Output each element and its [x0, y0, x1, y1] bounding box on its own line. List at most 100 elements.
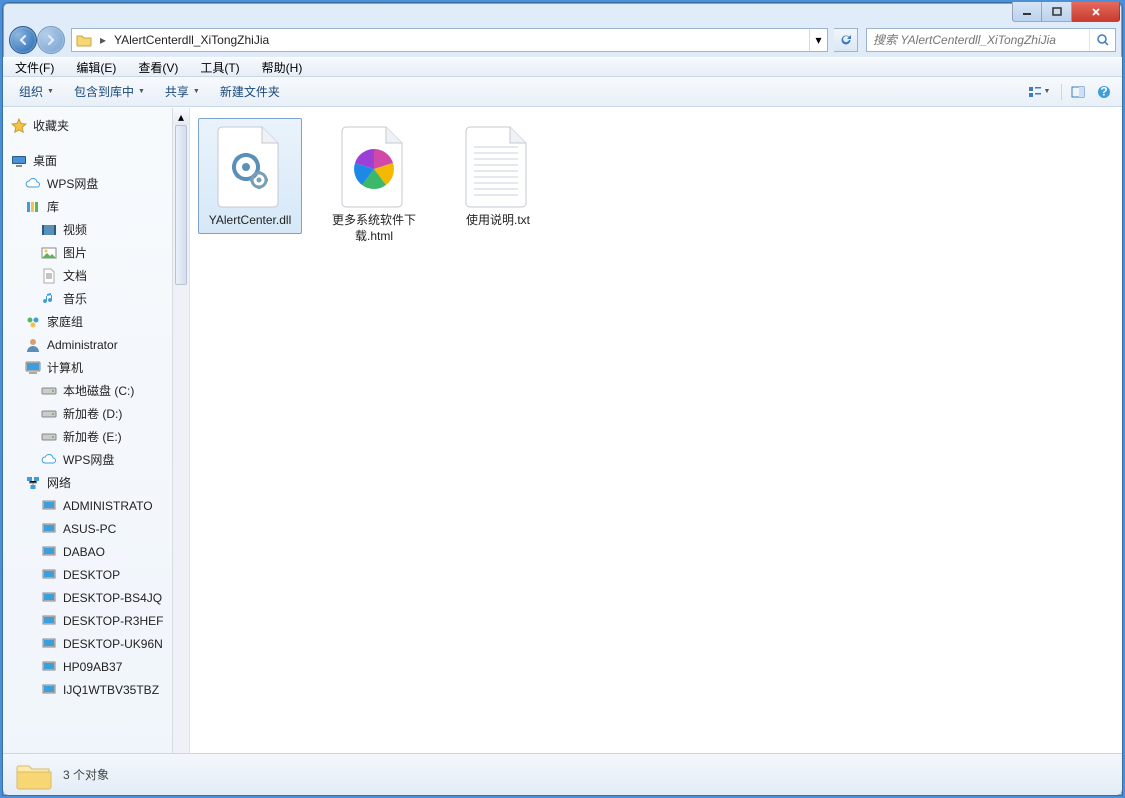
pc-icon	[41, 521, 57, 537]
toolbar-divider	[1061, 84, 1062, 100]
menu-tools[interactable]: 工具(T)	[194, 57, 245, 78]
homegroup-icon	[25, 314, 41, 330]
titlebar[interactable]	[3, 3, 1122, 23]
scroll-thumb[interactable]	[175, 125, 187, 285]
forward-button[interactable]	[37, 26, 65, 54]
sidebar-net-6[interactable]: DESKTOP-R3HEF	[3, 609, 189, 632]
sidebar-favorites[interactable]: 收藏夹	[3, 114, 189, 137]
document-icon	[41, 268, 57, 284]
pc-icon	[41, 613, 57, 629]
view-options-button[interactable]: ▼	[1021, 81, 1057, 103]
pc-icon	[41, 682, 57, 698]
pc-icon	[41, 567, 57, 583]
network-icon	[25, 475, 41, 491]
menu-file[interactable]: 文件(F)	[9, 57, 60, 78]
dll-icon	[210, 123, 290, 211]
menu-edit[interactable]: 编辑(E)	[70, 57, 122, 78]
user-icon	[25, 337, 41, 353]
sidebar-homegroup[interactable]: 家庭组	[3, 310, 189, 333]
search-bar	[866, 28, 1116, 52]
share-button[interactable]: 共享▼	[155, 79, 210, 104]
sidebar-pictures[interactable]: 图片	[3, 241, 189, 264]
status-count: 3 个对象	[63, 766, 109, 783]
library-icon	[25, 199, 41, 215]
sidebar-network[interactable]: 网络	[3, 471, 189, 494]
sidebar-desktop[interactable]: 桌面	[3, 149, 189, 172]
drive-icon	[41, 429, 57, 445]
maximize-button[interactable]	[1042, 2, 1072, 22]
sidebar-net-2[interactable]: ASUS-PC	[3, 517, 189, 540]
drive-icon	[41, 406, 57, 422]
refresh-button[interactable]	[834, 28, 858, 52]
sidebar-net-8[interactable]: HP09AB37	[3, 655, 189, 678]
search-button[interactable]	[1089, 29, 1115, 51]
address-path[interactable]: YAlertCenterdll_XiTongZhiJia	[110, 33, 809, 47]
pc-icon	[41, 590, 57, 606]
address-bar[interactable]: ▸ YAlertCenterdll_XiTongZhiJia ▾	[71, 28, 828, 52]
sidebar-net-3[interactable]: DABAO	[3, 540, 189, 563]
files-area[interactable]: YAlertCenter.dll	[190, 108, 1122, 785]
file-label: 更多系统软件下载.html	[327, 213, 421, 244]
picture-icon	[41, 245, 57, 261]
menu-view[interactable]: 查看(V)	[132, 57, 184, 78]
folder-icon	[74, 30, 94, 50]
back-button[interactable]	[9, 26, 37, 54]
close-button[interactable]	[1072, 2, 1120, 22]
status-bar: 3 个对象	[3, 753, 1122, 795]
scroll-up-button[interactable]: ▴	[173, 108, 189, 125]
file-item-txt[interactable]: 使用说明.txt	[446, 118, 550, 234]
html-icon	[334, 123, 414, 211]
sidebar-net-1[interactable]: ADMINISTRATO	[3, 494, 189, 517]
sidebar-disk-e[interactable]: 新加卷 (E:)	[3, 425, 189, 448]
navigation-row: ▸ YAlertCenterdll_XiTongZhiJia ▾	[3, 23, 1122, 57]
sidebar-disk-d[interactable]: 新加卷 (D:)	[3, 402, 189, 425]
music-icon	[41, 291, 57, 307]
sidebar-videos[interactable]: 视频	[3, 218, 189, 241]
menu-bar: 文件(F) 编辑(E) 查看(V) 工具(T) 帮助(H)	[3, 57, 1122, 77]
window-controls	[1012, 2, 1120, 22]
star-icon	[11, 118, 27, 134]
pc-icon	[41, 636, 57, 652]
computer-icon	[25, 360, 41, 376]
sidebar-scrollbar[interactable]: ▴ ▾	[172, 108, 189, 785]
txt-icon	[458, 123, 538, 211]
file-label: 使用说明.txt	[466, 213, 530, 229]
new-folder-button[interactable]: 新建文件夹	[210, 79, 290, 104]
drive-icon	[41, 383, 57, 399]
scroll-track[interactable]	[173, 125, 189, 768]
sidebar-net-4[interactable]: DESKTOP	[3, 563, 189, 586]
organize-button[interactable]: 组织▼	[9, 79, 64, 104]
sidebar-libraries[interactable]: 库	[3, 195, 189, 218]
address-dropdown-button[interactable]: ▾	[809, 29, 827, 51]
file-label: YAlertCenter.dll	[209, 213, 291, 229]
toolbar: 组织▼ 包含到库中▼ 共享▼ 新建文件夹 ▼ ?	[3, 77, 1122, 107]
sidebar-administrator[interactable]: Administrator	[3, 333, 189, 356]
chevron-right-icon[interactable]: ▸	[96, 29, 110, 51]
menu-help[interactable]: 帮助(H)	[256, 57, 309, 78]
pc-icon	[41, 544, 57, 560]
sidebar-net-9[interactable]: IJQ1WTBV35TBZ	[3, 678, 189, 701]
sidebar-computer[interactable]: 计算机	[3, 356, 189, 379]
help-button[interactable]: ?	[1092, 81, 1116, 103]
include-library-button[interactable]: 包含到库中▼	[64, 79, 155, 104]
sidebar-net-5[interactable]: DESKTOP-BS4JQ	[3, 586, 189, 609]
file-item-html[interactable]: 更多系统软件下载.html	[322, 118, 426, 249]
sidebar-music[interactable]: 音乐	[3, 287, 189, 310]
file-item-dll[interactable]: YAlertCenter.dll	[198, 118, 302, 234]
preview-pane-button[interactable]	[1066, 81, 1090, 103]
search-input[interactable]	[867, 29, 1089, 51]
explorer-window: ▸ YAlertCenterdll_XiTongZhiJia ▾ 文件(F) 编…	[2, 2, 1123, 796]
sidebar-local-c[interactable]: 本地磁盘 (C:)	[3, 379, 189, 402]
svg-text:?: ?	[1100, 85, 1107, 99]
pc-icon	[41, 498, 57, 514]
sidebar-wps2[interactable]: WPS网盘	[3, 448, 189, 471]
desktop-icon	[11, 153, 27, 169]
cloud-icon	[41, 452, 57, 468]
minimize-button[interactable]	[1012, 2, 1042, 22]
folder-icon	[15, 758, 53, 792]
body: 收藏夹 桌面 WPS网盘 库 视频 图片	[3, 107, 1122, 785]
sidebar-net-7[interactable]: DESKTOP-UK96N	[3, 632, 189, 655]
sidebar-wps[interactable]: WPS网盘	[3, 172, 189, 195]
video-icon	[41, 222, 57, 238]
sidebar-documents[interactable]: 文档	[3, 264, 189, 287]
